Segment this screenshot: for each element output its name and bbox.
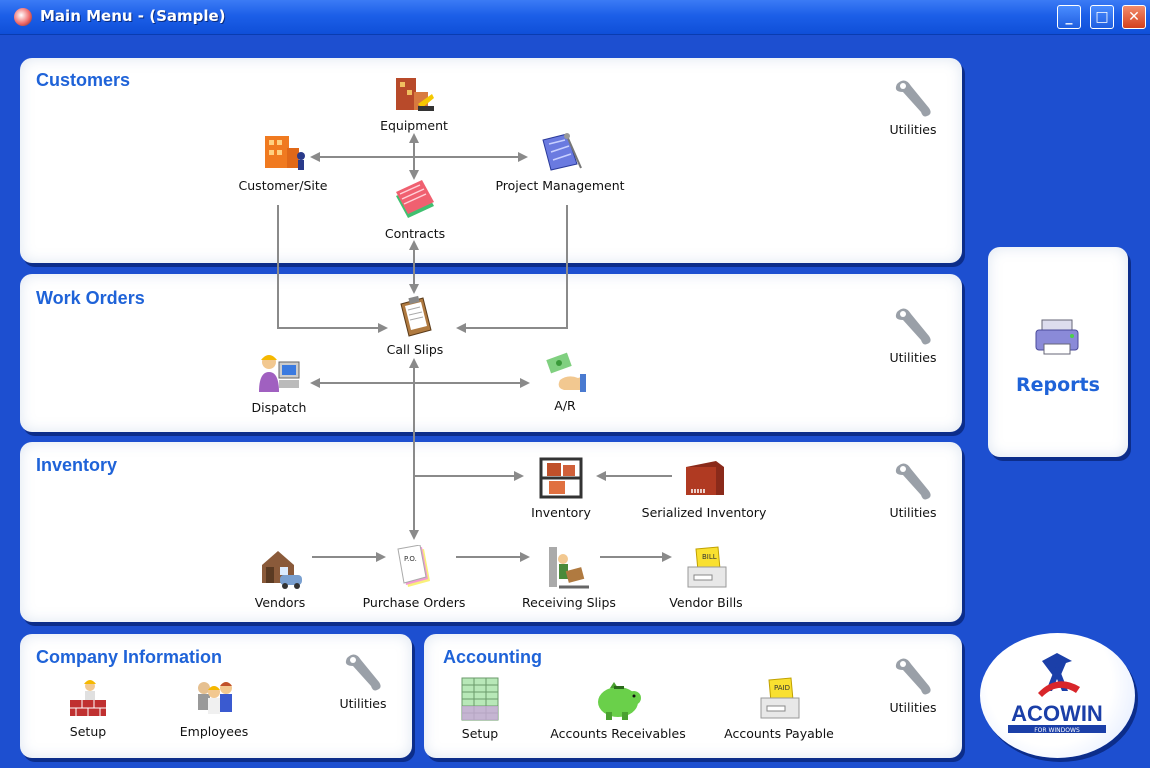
- printer-icon: [1035, 319, 1079, 355]
- equipment-item[interactable]: Equipment: [374, 72, 454, 133]
- svg-text:PAID: PAID: [774, 684, 790, 692]
- purchase-orders-item[interactable]: P.O. Purchase Orders: [350, 545, 478, 610]
- contracts-icon: [396, 180, 434, 218]
- project-management-item[interactable]: Project Management: [484, 130, 636, 193]
- accounts-receivables-item[interactable]: Accounts Receivables: [538, 676, 698, 741]
- vendors-item[interactable]: Vendors: [240, 545, 320, 610]
- svg-text:BILL: BILL: [702, 553, 717, 561]
- vendors-icon: [262, 551, 302, 589]
- accounting-title: Accounting: [443, 647, 542, 667]
- employees-icon: [198, 682, 232, 714]
- accounting-setup-icon: [461, 677, 499, 721]
- svg-text:P.O.: P.O.: [404, 555, 417, 563]
- wrench-icon: [895, 80, 931, 117]
- serialized-inventory-item[interactable]: Serialized Inventory: [634, 455, 774, 520]
- inventory-panel: [20, 442, 962, 622]
- title-bar[interactable]: Main Menu - (Sample) _ □ ✕: [0, 0, 1150, 35]
- work-orders-panel: [20, 274, 962, 432]
- company-utilities-item[interactable]: Utilities: [330, 650, 396, 711]
- receiving-slips-icon: [549, 547, 589, 589]
- work-orders-utilities-item[interactable]: Utilities: [880, 304, 946, 365]
- accounts-payable-icon: PAID: [760, 677, 800, 719]
- svg-text:FOR WINDOWS: FOR WINDOWS: [1034, 727, 1080, 734]
- acowin-logo: ACOWIN FOR WINDOWS: [980, 633, 1135, 758]
- inventory-icon: [539, 457, 583, 499]
- equipment-icon: [396, 78, 434, 111]
- purchase-orders-icon: P.O.: [397, 545, 430, 587]
- maximize-button[interactable]: □: [1090, 5, 1114, 29]
- wrench-icon: [895, 463, 931, 500]
- contracts-item[interactable]: Contracts: [378, 180, 452, 241]
- customers-title: Customers: [36, 70, 131, 90]
- company-information-title: Company Information: [36, 647, 223, 667]
- money-hand-icon: [546, 352, 586, 392]
- customer-site-icon: [265, 136, 305, 170]
- window-title: Main Menu - (Sample): [40, 7, 226, 25]
- wrench-icon: [895, 308, 931, 345]
- accounts-payable-item[interactable]: PAID Accounts Payable: [714, 676, 844, 741]
- serialized-inventory-icon: [686, 461, 724, 495]
- dispatch-icon: [259, 355, 300, 392]
- ar-item[interactable]: A/R: [530, 350, 600, 413]
- acowin-logo-graphic: ACOWIN FOR WINDOWS: [1008, 653, 1106, 734]
- accounting-setup-item[interactable]: Setup: [452, 676, 508, 741]
- company-setup-icon: [70, 680, 106, 716]
- svg-text:ACOWIN: ACOWIN: [1011, 701, 1103, 726]
- employees-item[interactable]: Employees: [172, 676, 256, 739]
- app-icon: [14, 8, 32, 26]
- work-orders-title: Work Orders: [36, 288, 145, 308]
- inventory-title: Inventory: [36, 455, 118, 475]
- clipboard-icon: [400, 295, 432, 337]
- inventory-utilities-item[interactable]: Utilities: [880, 459, 946, 520]
- receiving-slips-item[interactable]: Receiving Slips: [510, 545, 628, 610]
- minimize-button[interactable]: _: [1057, 5, 1081, 29]
- company-setup-item[interactable]: Setup: [56, 676, 120, 739]
- inventory-item[interactable]: Inventory: [522, 455, 600, 520]
- vendor-bills-icon: BILL: [687, 546, 727, 588]
- piggy-bank-icon: [598, 682, 641, 720]
- call-slips-item[interactable]: Call Slips: [378, 294, 452, 357]
- wrench-icon: [345, 654, 381, 691]
- project-management-icon: [542, 133, 582, 171]
- wrench-icon: [895, 658, 931, 695]
- reports-label[interactable]: Reports: [1016, 374, 1100, 396]
- close-button[interactable]: ✕: [1122, 5, 1146, 29]
- customer-site-item[interactable]: Customer/Site: [228, 130, 338, 193]
- customers-utilities-item[interactable]: Utilities: [880, 76, 946, 137]
- dispatch-item[interactable]: Dispatch: [240, 350, 318, 415]
- accounting-utilities-item[interactable]: Utilities: [880, 654, 946, 715]
- vendor-bills-item[interactable]: BILL Vendor Bills: [660, 545, 752, 610]
